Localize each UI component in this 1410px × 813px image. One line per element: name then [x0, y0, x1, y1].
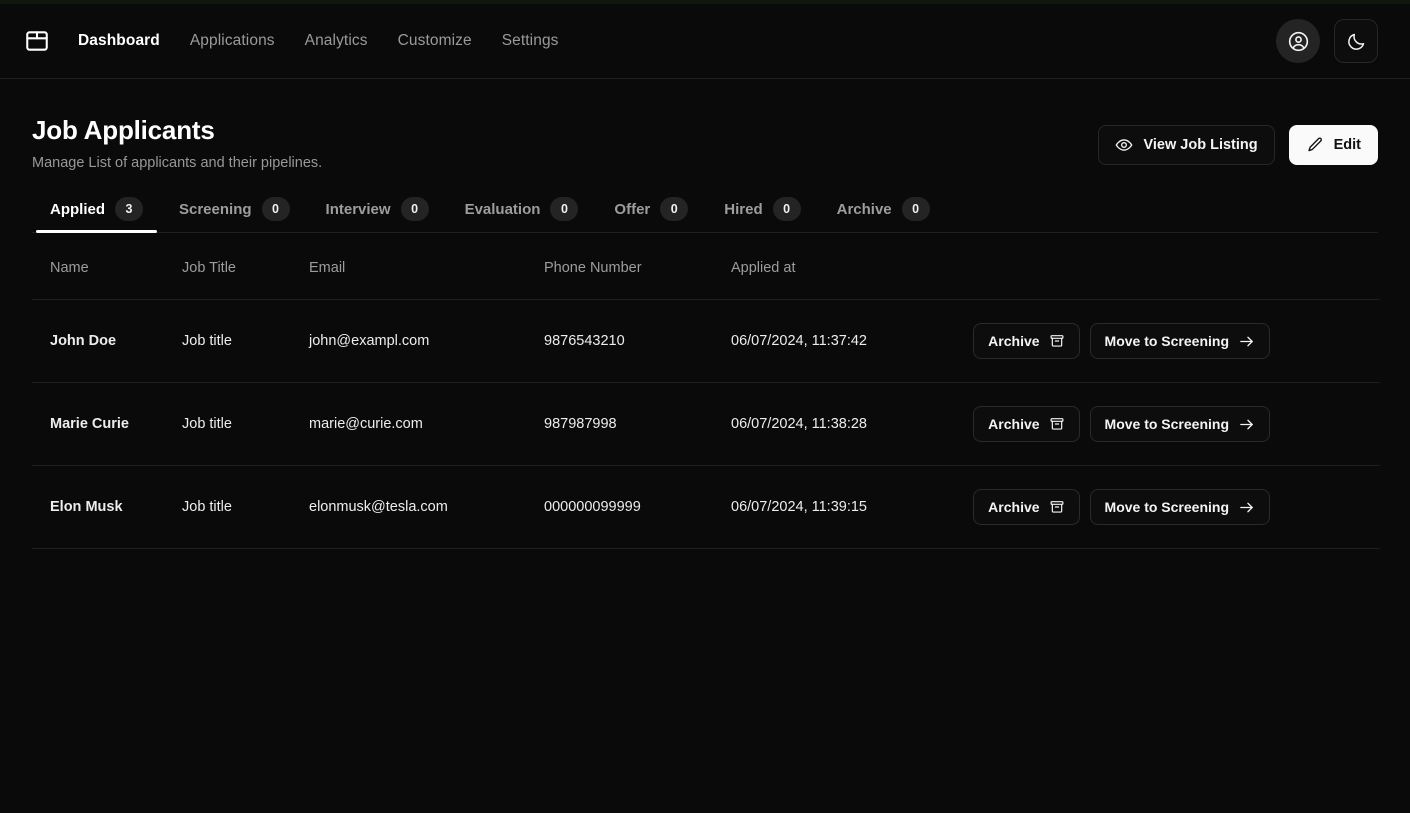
tab-offer[interactable]: Offer 0 [596, 197, 706, 232]
tab-evaluation[interactable]: Evaluation 0 [447, 197, 597, 232]
tab-count-badge: 0 [901, 197, 930, 221]
page-header-text: Job Applicants Manage List of applicants… [32, 115, 322, 171]
tab-label: Hired [724, 200, 763, 218]
arrow-right-icon [1238, 333, 1255, 350]
eye-icon [1115, 136, 1133, 154]
archive-button-label: Archive [988, 499, 1040, 515]
tab-archive[interactable]: Archive 0 [819, 197, 948, 232]
page-header-actions: View Job Listing Edit [1098, 115, 1378, 165]
archive-button-label: Archive [988, 416, 1040, 432]
cell-job-title: Job title [182, 465, 309, 549]
tab-label: Applied [50, 200, 105, 218]
edit-label: Edit [1333, 137, 1361, 153]
cell-email: john@exampl.com [309, 299, 544, 383]
cell-name: Elon Musk [32, 465, 182, 549]
tab-label: Archive [836, 200, 892, 218]
column-header-phone: Phone Number [544, 233, 731, 300]
cell-job-title: Job title [182, 299, 309, 383]
tab-count-badge: 0 [660, 197, 689, 221]
nav-link-customize[interactable]: Customize [398, 32, 472, 50]
user-circle-icon[interactable] [1276, 19, 1320, 63]
view-job-listing-button[interactable]: View Job Listing [1098, 125, 1275, 165]
tab-count-badge: 0 [550, 197, 579, 221]
cell-applied-at: 06/07/2024, 11:37:42 [731, 299, 961, 383]
navbar-actions [1276, 19, 1378, 63]
tab-interview[interactable]: Interview 0 [308, 197, 447, 232]
row-action-group: Archive Move to Screening [961, 406, 1380, 442]
tab-applied[interactable]: Applied 3 [32, 197, 161, 233]
archive-box-icon [1049, 499, 1065, 515]
tab-label: Offer [614, 200, 651, 218]
package-icon[interactable] [22, 26, 52, 56]
table-body: John Doe Job title john@exampl.com 98765… [32, 299, 1380, 549]
row-action-group: Archive Move to Screening [961, 323, 1380, 359]
edit-button[interactable]: Edit [1288, 125, 1378, 165]
table-head: Name Job Title Email Phone Number Applie… [32, 233, 1380, 300]
tab-count-badge: 3 [115, 197, 143, 221]
move-to-screening-button[interactable]: Move to Screening [1089, 406, 1270, 442]
archive-button[interactable]: Archive [973, 406, 1080, 442]
move-to-screening-label: Move to Screening [1104, 499, 1229, 515]
nav-links: Dashboard Applications Analytics Customi… [78, 32, 559, 50]
move-to-screening-label: Move to Screening [1104, 416, 1229, 432]
cell-phone: 9876543210 [544, 299, 731, 383]
tab-count-badge: 0 [261, 197, 290, 221]
archive-box-icon [1049, 416, 1065, 432]
arrow-right-icon [1238, 416, 1255, 433]
cell-job-title: Job title [182, 382, 309, 466]
tab-label: Screening [179, 200, 252, 218]
column-header-actions [961, 233, 1380, 300]
cell-phone: 987987998 [544, 382, 731, 466]
page-title: Job Applicants [32, 115, 215, 145]
page-content: Job Applicants Manage List of applicants… [0, 79, 1410, 549]
column-header-job-title: Job Title [182, 233, 309, 300]
archive-button[interactable]: Archive [973, 323, 1080, 359]
column-header-name: Name [32, 233, 182, 300]
move-to-screening-label: Move to Screening [1104, 333, 1229, 349]
row-action-group: Archive Move to Screening [961, 489, 1380, 525]
cell-name: Marie Curie [32, 382, 182, 466]
table-row: John Doe Job title john@exampl.com 98765… [32, 299, 1380, 383]
cell-actions: Archive Move to Screening [961, 299, 1380, 383]
main-navbar: Dashboard Applications Analytics Customi… [0, 4, 1410, 79]
tab-label: Interview [325, 200, 391, 218]
tab-hired[interactable]: Hired 0 [706, 197, 818, 232]
table-row: Marie Curie Job title marie@curie.com 98… [32, 382, 1380, 466]
pencil-icon [1306, 136, 1324, 154]
column-header-applied-at: Applied at [731, 233, 961, 300]
page-header: Job Applicants Manage List of applicants… [32, 79, 1378, 171]
cell-actions: Archive Move to Screening [961, 382, 1380, 466]
cell-email: marie@curie.com [309, 382, 544, 466]
table-row: Elon Musk Job title elonmusk@tesla.com 0… [32, 465, 1380, 549]
archive-button-label: Archive [988, 333, 1040, 349]
cell-applied-at: 06/07/2024, 11:38:28 [731, 382, 961, 466]
cell-phone: 000000099999 [544, 465, 731, 549]
pipeline-tabs: Applied 3 Screening 0 Interview 0 Evalua… [32, 197, 1378, 233]
tab-count-badge: 0 [772, 197, 801, 221]
column-header-email: Email [309, 233, 544, 300]
view-job-listing-label: View Job Listing [1143, 137, 1258, 153]
cell-actions: Archive Move to Screening [961, 465, 1380, 549]
move-to-screening-button[interactable]: Move to Screening [1089, 323, 1270, 359]
nav-link-settings[interactable]: Settings [502, 32, 559, 50]
cell-name: John Doe [32, 299, 182, 383]
cell-applied-at: 06/07/2024, 11:39:15 [731, 465, 961, 549]
arrow-right-icon [1238, 499, 1255, 516]
nav-link-analytics[interactable]: Analytics [305, 32, 368, 50]
archive-button[interactable]: Archive [973, 489, 1080, 525]
tab-screening[interactable]: Screening 0 [161, 197, 308, 232]
moon-icon[interactable] [1334, 19, 1378, 63]
nav-link-applications[interactable]: Applications [190, 32, 275, 50]
page-subtitle: Manage List of applicants and their pipe… [32, 155, 323, 171]
archive-box-icon [1049, 333, 1065, 349]
tab-count-badge: 0 [400, 197, 429, 221]
nav-link-dashboard[interactable]: Dashboard [78, 32, 160, 50]
move-to-screening-button[interactable]: Move to Screening [1089, 489, 1270, 525]
applicants-table: Name Job Title Email Phone Number Applie… [32, 233, 1380, 549]
tab-label: Evaluation [464, 200, 541, 218]
table-header-row: Name Job Title Email Phone Number Applie… [32, 233, 1380, 300]
cell-email: elonmusk@tesla.com [309, 465, 544, 549]
